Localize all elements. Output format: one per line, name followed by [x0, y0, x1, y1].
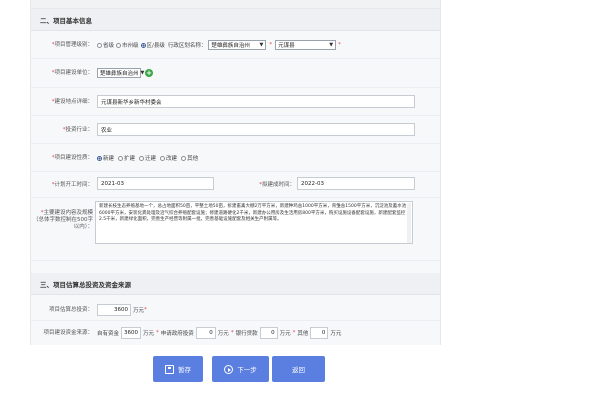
save-icon [165, 364, 174, 374]
sources-group: 自有资金 3600 万元 * 申请政府投资 0 万元 * 银行贷款 0 万元 *… [97, 327, 341, 339]
scope-label: *主要建设内容及规模（总体字数控制在500字以内）： [33, 210, 93, 230]
radio-other[interactable] [181, 155, 187, 161]
end-label: *拟建成时间： [259, 182, 295, 188]
save-draft-button[interactable]: 暂存 [153, 356, 203, 382]
radio-rebuild[interactable] [160, 155, 166, 161]
region-city-select[interactable]: 楚雄彝族自治州 ▼ [208, 40, 267, 50]
radio-city[interactable] [116, 42, 122, 48]
section-investment-title: 三、项目估算总投资及资金来源 [40, 280, 131, 289]
fiscal-fund-input[interactable]: 0 [195, 327, 216, 339]
top-strip [31, 0, 440, 9]
row-industry: *投资行业： 农业 [31, 116, 440, 144]
region-county-select[interactable]: 元谋县 ▼ [275, 40, 337, 50]
radio-new[interactable] [97, 155, 102, 161]
end-date-input[interactable]: 2022-03 [297, 177, 415, 190]
self-fund-input[interactable]: 3600 [121, 327, 142, 339]
section-investment-header: 三、项目估算总投资及资金来源 [31, 273, 440, 295]
row-dates: *计划开工时间： 2021-03 *拟建成时间： 2022-03 [31, 172, 440, 198]
row-location: *建设地点详细： 元谋县新华乡新华村委会 [31, 88, 440, 116]
other-fund-input[interactable]: 0 [310, 327, 329, 339]
industry-label: *投资行业： [62, 127, 93, 133]
add-icon[interactable]: + [145, 69, 153, 77]
admin-level-group: 省级 市州级 区/县级 行政区划名称： 楚雄彝族自治州 ▼ * 元谋县 ▼ * [97, 40, 341, 50]
next-step-button[interactable]: 下一步 [212, 356, 269, 382]
section-basic-info-header: 二、项目基本信息 [31, 9, 440, 31]
region-label: 行政区划名称： [167, 43, 207, 49]
loan-fund-input[interactable]: 0 [259, 327, 278, 339]
admin-level-label: *项目管理级别： [51, 42, 93, 48]
chevron-down-icon: ▼ [259, 42, 264, 48]
back-button[interactable]: 返回 [272, 356, 325, 382]
sources-label: 项目建设资金来源： [43, 330, 93, 336]
total-label: 项目估算总投资： [48, 307, 93, 313]
row-admin-level: *项目管理级别： 省级 市州级 区/县级 行政区划名称： 楚雄彝族自治州 ▼ * … [31, 31, 440, 59]
industry-input[interactable]: 农业 [97, 123, 415, 136]
scrollbar[interactable] [407, 203, 411, 243]
row-scope: *主要建设内容及规模（总体字数控制在500字以内）： 新建长枝生态养殖基地一个，… [31, 198, 440, 261]
radio-relocate[interactable] [139, 155, 145, 161]
start-label: *计划开工时间： [51, 182, 93, 188]
radio-expand[interactable] [118, 155, 124, 161]
section-basic-info-title: 二、项目基本信息 [40, 16, 92, 25]
nature-label: *项目建设性质： [51, 155, 93, 161]
unit-group: 楚雄彝族自治州 ▼ + [97, 68, 153, 78]
unit-label: *项目建设单位： [51, 70, 93, 76]
scope-textarea[interactable]: 新建长枝生态养殖基地一个，总占地面积50亩，平整土地50亩，拆建畜禽大棚2万平方… [95, 201, 413, 244]
chevron-down-icon: ▼ [329, 42, 334, 48]
radio-province[interactable] [97, 42, 102, 48]
unit-select[interactable]: 楚雄彝族自治州 ▼ [97, 68, 144, 78]
row-unit: *项目建设单位： 楚雄彝族自治州 ▼ + [31, 59, 440, 88]
location-input[interactable]: 元谋县新华乡新华村委会 [97, 95, 415, 108]
row-nature: *项目建设性质： 新建 扩建 迁建 改建 其他 [31, 144, 440, 172]
row-total-investment: 项目估算总投资： 3600 万元 * [31, 299, 440, 321]
arrow-right-circle-icon [224, 364, 234, 374]
location-label: *建设地点详细： [51, 99, 93, 105]
total-input[interactable]: 3600 [97, 304, 131, 316]
row-funding-sources: 项目建设资金来源： 自有资金 3600 万元 * 申请政府投资 0 万元 * 银… [31, 321, 440, 345]
project-form: 二、项目基本信息 *项目管理级别： 省级 市州级 区/县级 行政区划名称： 楚雄… [30, 0, 441, 345]
radio-county[interactable] [140, 42, 146, 48]
total-group: 3600 万元 * [97, 304, 147, 316]
start-date-input[interactable]: 2021-03 [97, 177, 214, 190]
chevron-down-icon: ▼ [140, 70, 145, 76]
nature-group: 新建 扩建 迁建 改建 其他 [97, 154, 198, 162]
